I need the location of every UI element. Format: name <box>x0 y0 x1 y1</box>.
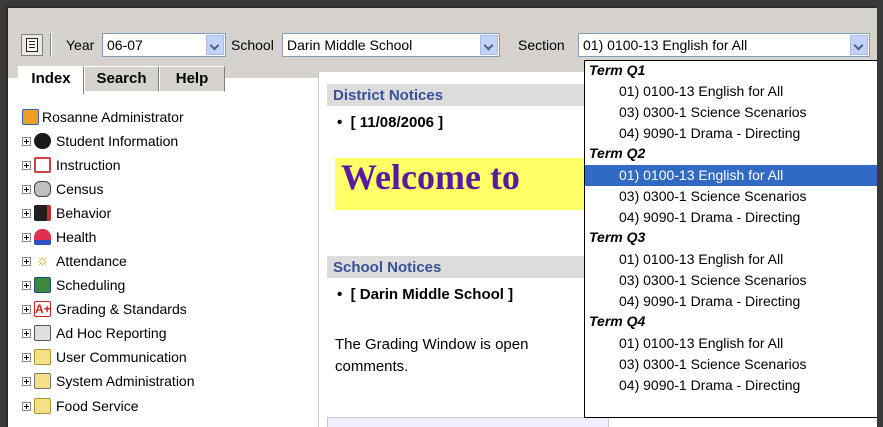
expand-icon[interactable] <box>22 137 31 146</box>
scheduling-icon <box>34 277 51 293</box>
term-group-header: Term Q2 <box>589 145 646 161</box>
welcome-text: Welcome to <box>341 158 520 197</box>
school-notice-school-text: [ Darin Middle School ] <box>350 286 514 303</box>
tree-item-label: User Communication <box>56 349 187 365</box>
expand-icon[interactable] <box>22 353 31 362</box>
year-label: Year <box>66 37 95 53</box>
section-option[interactable]: 03) 0300-1 Science Scenarios <box>585 270 877 291</box>
section-option[interactable]: 03) 0300-1 Science Scenarios <box>585 186 877 207</box>
term-group-header: Term Q4 <box>589 313 646 329</box>
tree-item-label: Attendance <box>56 253 127 269</box>
tree-item-label: Health <box>56 229 97 245</box>
tab-search[interactable]: Search <box>84 66 159 92</box>
expand-icon[interactable] <box>22 305 31 314</box>
school-notice-body-line1: The Grading Window is open <box>335 336 529 353</box>
student-icon <box>34 133 51 149</box>
folder-icon <box>34 398 51 414</box>
section-option[interactable]: 03) 0300-1 Science Scenarios <box>585 354 877 375</box>
folder-icon <box>34 349 51 365</box>
section-option[interactable]: 04) 9090-1 Drama - Directing <box>585 123 877 144</box>
system-admin-icon <box>34 373 51 389</box>
section-option[interactable]: 04) 9090-1 Drama - Directing <box>585 207 877 228</box>
toggle-index-icon[interactable] <box>21 34 43 56</box>
year-select[interactable]: 06-07 <box>102 33 226 57</box>
tree-item-label: Student Information <box>56 133 179 149</box>
health-icon <box>34 229 51 245</box>
tree-item-label: Ad Hoc Reporting <box>56 325 167 341</box>
report-icon <box>34 325 51 341</box>
tree-item-label: Instruction <box>56 157 121 173</box>
district-notice-date-text: [ 11/08/2006 ] <box>350 114 444 131</box>
tab-help[interactable]: Help <box>159 66 225 92</box>
expand-icon[interactable] <box>22 257 31 266</box>
section-select-value: 01) 0100-13 English for All <box>583 37 748 53</box>
section-dropdown-list[interactable]: Term Q1 01) 0100-13 English for All 03) … <box>584 60 877 418</box>
expand-icon[interactable] <box>22 209 31 218</box>
tab-index[interactable]: Index <box>18 66 84 94</box>
school-notice-body-line2: comments. <box>335 358 409 375</box>
instruction-icon <box>34 157 51 173</box>
tree-item-label: System Administration <box>56 373 195 389</box>
term-group-header: Term Q1 <box>589 62 646 78</box>
school-notices-header: School Notices <box>327 256 607 278</box>
section-option[interactable]: 03) 0300-1 Science Scenarios <box>585 102 877 123</box>
chevron-down-icon[interactable] <box>850 35 868 55</box>
tree-item-label: Behavior <box>56 205 112 221</box>
section-option[interactable]: 01) 0100-13 English for All <box>585 81 877 102</box>
toolbar-row: Year 06-07 School Darin Middle School Se… <box>8 31 877 61</box>
expand-icon[interactable] <box>22 329 31 338</box>
tree-item-label: Food Service <box>56 398 139 414</box>
section-option[interactable]: 04) 9090-1 Drama - Directing <box>585 375 877 396</box>
tree-item-label: Census <box>56 181 104 197</box>
tree-item-label: Scheduling <box>56 277 126 293</box>
section-option[interactable]: 04) 9090-1 Drama - Directing <box>585 291 877 312</box>
expand-icon[interactable] <box>22 233 31 242</box>
section-select[interactable]: 01) 0100-13 English for All <box>578 33 870 57</box>
expand-icon[interactable] <box>22 185 31 194</box>
tree-root-label: Rosanne Administrator <box>42 109 184 125</box>
year-select-value: 06-07 <box>107 37 143 53</box>
section-option[interactable]: 01) 0100-13 English for All <box>585 249 877 270</box>
toolbar-separator <box>50 33 52 57</box>
behavior-icon <box>34 205 51 221</box>
grading-icon: A+ <box>34 301 51 317</box>
district-notices-header: District Notices <box>327 84 607 106</box>
user-admin-icon <box>22 109 39 125</box>
expand-icon[interactable] <box>22 161 31 170</box>
district-notice-date: • [ 11/08/2006 ] <box>337 114 444 131</box>
chevron-down-icon[interactable] <box>480 35 498 55</box>
notice-panel <box>327 417 609 427</box>
census-icon <box>34 181 51 197</box>
expand-icon[interactable] <box>22 281 31 290</box>
expand-icon[interactable] <box>22 402 31 411</box>
term-group-header: Term Q3 <box>589 229 646 245</box>
app-window: Year 06-07 School Darin Middle School Se… <box>6 6 877 427</box>
attendance-icon: ☼ <box>35 252 50 269</box>
section-option-selected[interactable]: 01) 0100-13 English for All <box>585 165 877 186</box>
school-select[interactable]: Darin Middle School <box>282 33 500 57</box>
school-label: School <box>231 37 274 53</box>
tree-item-label: Grading & Standards <box>56 301 187 317</box>
section-label: Section <box>518 37 565 53</box>
school-select-value: Darin Middle School <box>287 37 413 53</box>
chevron-down-icon[interactable] <box>206 35 224 55</box>
welcome-banner: Welcome to <box>335 158 607 210</box>
expand-icon[interactable] <box>22 377 31 386</box>
school-notice-school: • [ Darin Middle School ] <box>337 286 514 303</box>
section-option[interactable]: 01) 0100-13 English for All <box>585 333 877 354</box>
